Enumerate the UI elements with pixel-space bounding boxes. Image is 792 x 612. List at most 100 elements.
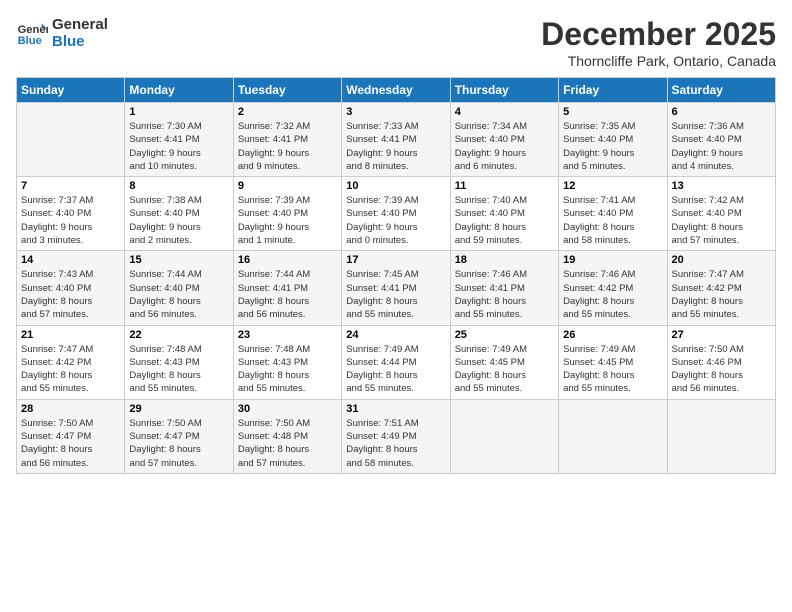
calendar-cell: 8 Sunrise: 7:38 AMSunset: 4:40 PMDaylight…: [125, 177, 233, 251]
day-number: 15: [129, 254, 228, 266]
day-number: 28: [21, 403, 120, 415]
calendar-cell: 4 Sunrise: 7:34 AMSunset: 4:40 PMDaylight…: [450, 103, 558, 177]
calendar-cell: 23 Sunrise: 7:48 AMSunset: 4:43 PMDayligh…: [233, 325, 341, 399]
header-cell-wednesday: Wednesday: [342, 78, 450, 103]
calendar-cell: 13 Sunrise: 7:42 AMSunset: 4:40 PMDayligh…: [667, 177, 775, 251]
day-number: 11: [455, 180, 554, 192]
calendar-cell: 26Sunrise: 7:49 AMSunset: 4:45 PMDayligh…: [559, 325, 667, 399]
day-info: Sunrise: 7:44 AMSunset: 4:41 PMDaylight:…: [238, 268, 337, 321]
day-info: Sunrise: 7:39 AMSunset: 4:40 PMDaylight:…: [346, 194, 445, 247]
day-info: Sunrise: 7:46 AMSunset: 4:41 PMDaylight:…: [455, 268, 554, 321]
day-info: Sunrise: 7:50 AMSunset: 4:47 PMDaylight:…: [21, 417, 120, 470]
calendar-cell: 3Sunrise: 7:33 AMSunset: 4:41 PMDaylight…: [342, 103, 450, 177]
header-cell-friday: Friday: [559, 78, 667, 103]
day-number: 26: [563, 329, 662, 341]
calendar-cell: 25Sunrise: 7:49 AMSunset: 4:45 PMDayligh…: [450, 325, 558, 399]
day-info: Sunrise: 7:47 AMSunset: 4:42 PMDaylight:…: [21, 343, 120, 396]
calendar-title: December 2025: [541, 16, 776, 53]
day-number: 23: [238, 329, 337, 341]
calendar-cell: 31 Sunrise: 7:51 AMSunset: 4:49 PMDayligh…: [342, 399, 450, 473]
day-number: 1: [129, 106, 228, 118]
logo-line1: General: [52, 16, 108, 33]
day-info: Sunrise: 7:48 AMSunset: 4:43 PMDaylight:…: [238, 343, 337, 396]
day-info: Sunrise: 7:41 AMSunset: 4:40 PMDaylight:…: [563, 194, 662, 247]
calendar-cell: 5Sunrise: 7:35 AMSunset: 4:40 PMDaylight…: [559, 103, 667, 177]
day-number: 4: [455, 106, 554, 118]
calendar-cell: 29 Sunrise: 7:50 AMSunset: 4:47 PMDayligh…: [125, 399, 233, 473]
calendar-cell: 21 Sunrise: 7:47 AMSunset: 4:42 PMDayligh…: [17, 325, 125, 399]
day-number: 2: [238, 106, 337, 118]
page-header: General Blue General Blue December 2025 …: [16, 16, 776, 69]
day-number: 27: [672, 329, 771, 341]
day-number: 14: [21, 254, 120, 266]
calendar-cell: 6Sunrise: 7:36 AMSunset: 4:40 PMDaylight…: [667, 103, 775, 177]
day-info: Sunrise: 7:43 AMSunset: 4:40 PMDaylight:…: [21, 268, 120, 321]
calendar-cell: 27Sunrise: 7:50 AMSunset: 4:46 PMDayligh…: [667, 325, 775, 399]
day-info: Sunrise: 7:38 AMSunset: 4:40 PMDaylight:…: [129, 194, 228, 247]
calendar-row: 7 Sunrise: 7:37 AMSunset: 4:40 PMDaylight…: [17, 177, 776, 251]
day-number: 25: [455, 329, 554, 341]
calendar-header: SundayMondayTuesdayWednesdayThursdayFrid…: [17, 78, 776, 103]
header-cell-saturday: Saturday: [667, 78, 775, 103]
day-number: 24: [346, 329, 445, 341]
day-info: Sunrise: 7:47 AMSunset: 4:42 PMDaylight:…: [672, 268, 771, 321]
day-number: 19: [563, 254, 662, 266]
day-info: Sunrise: 7:50 AMSunset: 4:48 PMDaylight:…: [238, 417, 337, 470]
header-cell-monday: Monday: [125, 78, 233, 103]
calendar-cell: 7 Sunrise: 7:37 AMSunset: 4:40 PMDaylight…: [17, 177, 125, 251]
calendar-row: 21 Sunrise: 7:47 AMSunset: 4:42 PMDayligh…: [17, 325, 776, 399]
logo-line2: Blue: [52, 33, 108, 50]
day-info: Sunrise: 7:34 AMSunset: 4:40 PMDaylight:…: [455, 120, 554, 173]
day-number: 22: [129, 329, 228, 341]
day-number: 9: [238, 180, 337, 192]
calendar-cell: [667, 399, 775, 473]
day-number: 20: [672, 254, 771, 266]
day-number: 16: [238, 254, 337, 266]
day-info: Sunrise: 7:42 AMSunset: 4:40 PMDaylight:…: [672, 194, 771, 247]
calendar-cell: [450, 399, 558, 473]
calendar-cell: 2 Sunrise: 7:32 AMSunset: 4:41 PMDaylight…: [233, 103, 341, 177]
day-number: 29: [129, 403, 228, 415]
day-number: 8: [129, 180, 228, 192]
calendar-row: 28 Sunrise: 7:50 AMSunset: 4:47 PMDayligh…: [17, 399, 776, 473]
calendar-cell: 19 Sunrise: 7:46 AMSunset: 4:42 PMDayligh…: [559, 251, 667, 325]
calendar-cell: 30Sunrise: 7:50 AMSunset: 4:48 PMDayligh…: [233, 399, 341, 473]
day-info: Sunrise: 7:45 AMSunset: 4:41 PMDaylight:…: [346, 268, 445, 321]
calendar-row: 14 Sunrise: 7:43 AMSunset: 4:40 PMDayligh…: [17, 251, 776, 325]
day-info: Sunrise: 7:32 AMSunset: 4:41 PMDaylight:…: [238, 120, 337, 173]
day-info: Sunrise: 7:46 AMSunset: 4:42 PMDaylight:…: [563, 268, 662, 321]
calendar-cell: 18 Sunrise: 7:46 AMSunset: 4:41 PMDayligh…: [450, 251, 558, 325]
calendar-cell: 15 Sunrise: 7:44 AMSunset: 4:40 PMDayligh…: [125, 251, 233, 325]
calendar-body: 1Sunrise: 7:30 AMSunset: 4:41 PMDaylight…: [17, 103, 776, 474]
calendar-table: SundayMondayTuesdayWednesdayThursdayFrid…: [16, 77, 776, 474]
day-info: Sunrise: 7:44 AMSunset: 4:40 PMDaylight:…: [129, 268, 228, 321]
day-info: Sunrise: 7:51 AMSunset: 4:49 PMDaylight:…: [346, 417, 445, 470]
day-info: Sunrise: 7:33 AMSunset: 4:41 PMDaylight:…: [346, 120, 445, 173]
day-number: 10: [346, 180, 445, 192]
day-number: 5: [563, 106, 662, 118]
day-number: 31: [346, 403, 445, 415]
calendar-cell: 9 Sunrise: 7:39 AMSunset: 4:40 PMDaylight…: [233, 177, 341, 251]
calendar-cell: 11Sunrise: 7:40 AMSunset: 4:40 PMDayligh…: [450, 177, 558, 251]
day-number: 12: [563, 180, 662, 192]
day-info: Sunrise: 7:36 AMSunset: 4:40 PMDaylight:…: [672, 120, 771, 173]
calendar-cell: 24 Sunrise: 7:49 AMSunset: 4:44 PMDayligh…: [342, 325, 450, 399]
calendar-cell: 1Sunrise: 7:30 AMSunset: 4:41 PMDaylight…: [125, 103, 233, 177]
day-number: 7: [21, 180, 120, 192]
calendar-cell: [559, 399, 667, 473]
title-block: December 2025 Thorncliffe Park, Ontario,…: [541, 16, 776, 69]
svg-text:Blue: Blue: [18, 35, 42, 47]
day-info: Sunrise: 7:39 AMSunset: 4:40 PMDaylight:…: [238, 194, 337, 247]
day-number: 21: [21, 329, 120, 341]
calendar-subtitle: Thorncliffe Park, Ontario, Canada: [541, 53, 776, 69]
day-info: Sunrise: 7:48 AMSunset: 4:43 PMDaylight:…: [129, 343, 228, 396]
day-number: 18: [455, 254, 554, 266]
calendar-cell: 10 Sunrise: 7:39 AMSunset: 4:40 PMDayligh…: [342, 177, 450, 251]
calendar-row: 1Sunrise: 7:30 AMSunset: 4:41 PMDaylight…: [17, 103, 776, 177]
logo-icon: General Blue: [16, 17, 48, 49]
day-info: Sunrise: 7:49 AMSunset: 4:44 PMDaylight:…: [346, 343, 445, 396]
day-number: 13: [672, 180, 771, 192]
day-number: 17: [346, 254, 445, 266]
day-info: Sunrise: 7:37 AMSunset: 4:40 PMDaylight:…: [21, 194, 120, 247]
day-info: Sunrise: 7:50 AMSunset: 4:47 PMDaylight:…: [129, 417, 228, 470]
